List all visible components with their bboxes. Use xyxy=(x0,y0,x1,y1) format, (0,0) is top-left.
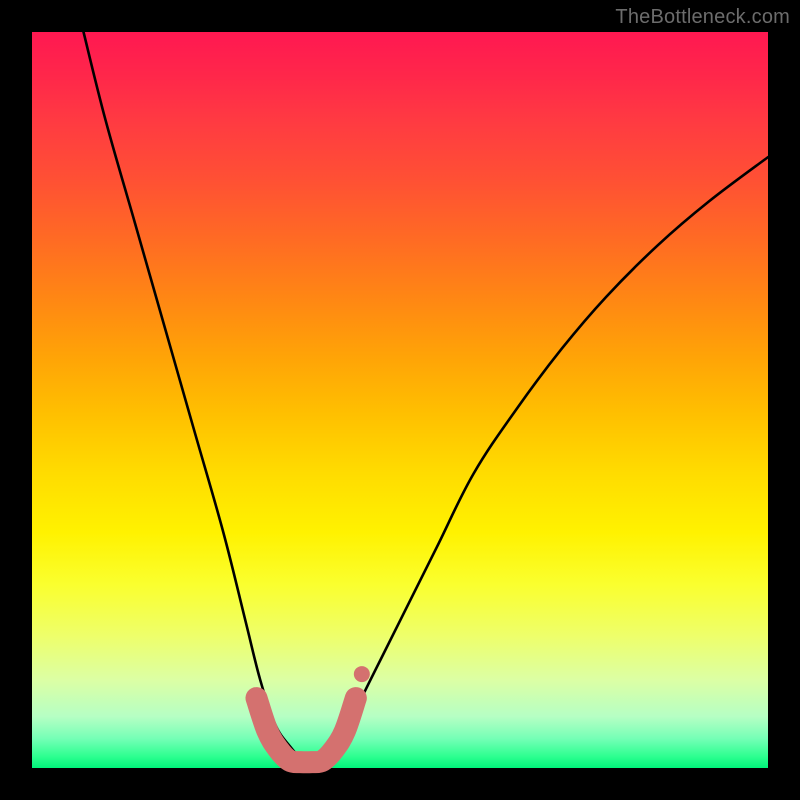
plot-area xyxy=(32,32,768,768)
watermark-text: TheBottleneck.com xyxy=(615,6,790,29)
optimal-range-end-dot xyxy=(354,666,370,682)
optimal-range-overlay xyxy=(256,666,369,762)
curves-layer xyxy=(32,32,768,768)
bottleneck-curve xyxy=(84,32,768,763)
chart-frame: TheBottleneck.com xyxy=(0,0,800,800)
optimal-range-band xyxy=(256,698,355,762)
